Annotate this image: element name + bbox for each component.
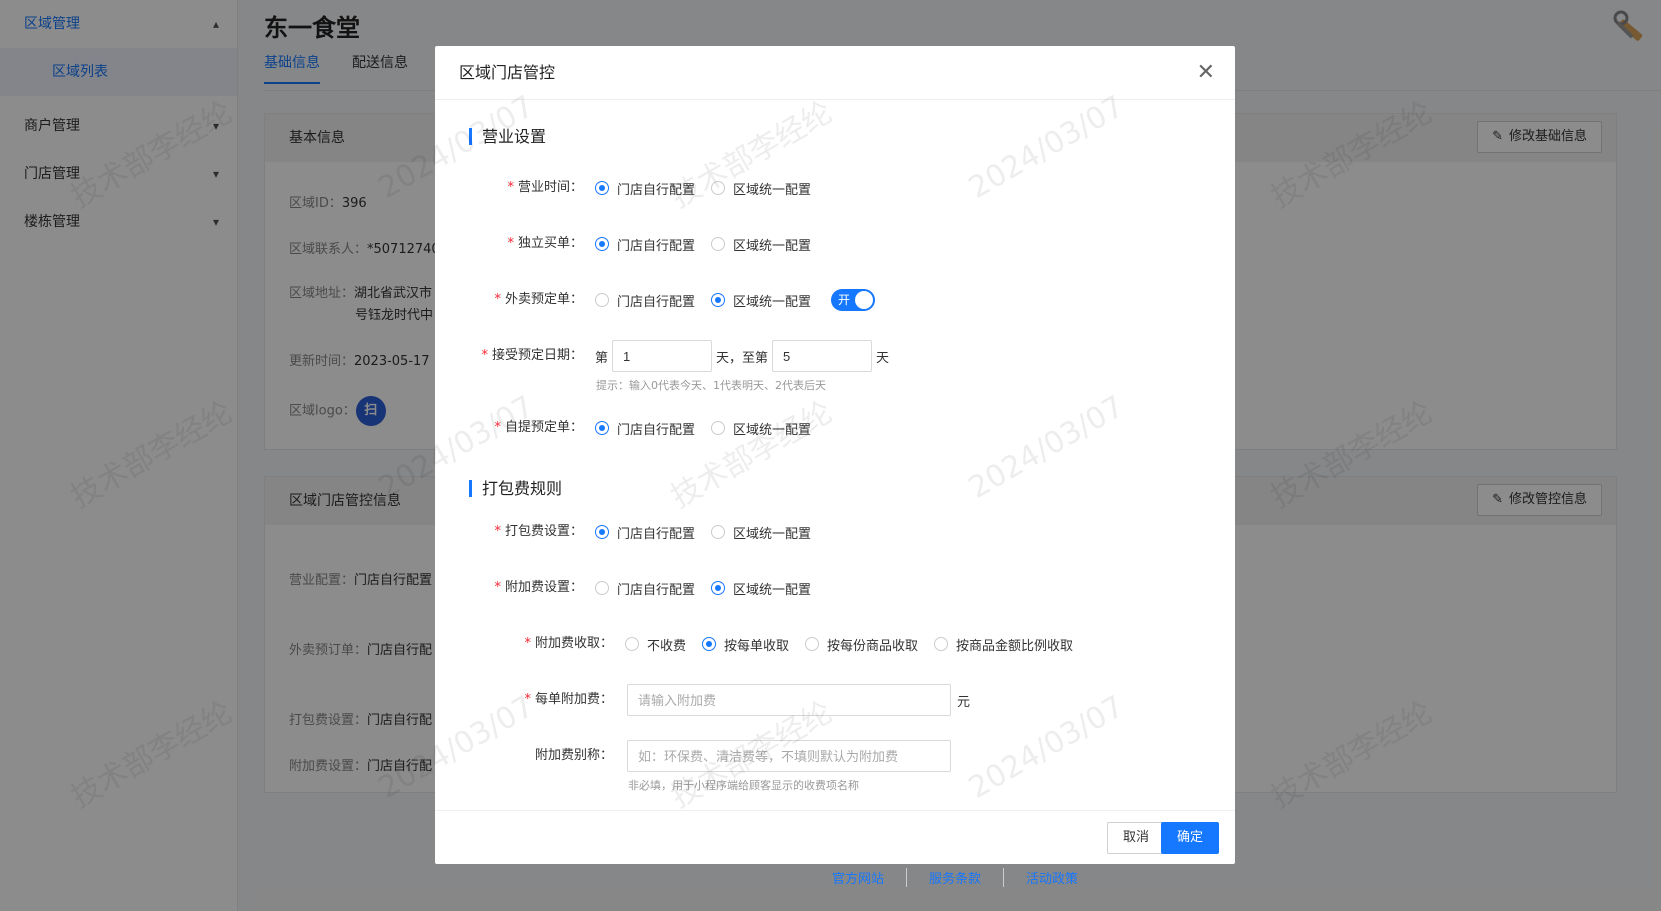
fee-alias-hint: 非必填，用于小程序端给顾客显示的收费项名称 xyxy=(628,779,859,792)
dialog-header: 区域门店管控 ✕ xyxy=(435,46,1235,100)
radio-group-surcharge: 门店自行配置 区域统一配置 xyxy=(595,572,827,604)
fee-alias-control xyxy=(627,740,951,772)
field-label: * 营业时间： xyxy=(507,180,583,195)
per-order-fee-input[interactable] xyxy=(627,684,951,716)
footer-link-official[interactable]: 官方网站 xyxy=(810,868,908,887)
radio-per-order[interactable]: 按每单收取 xyxy=(702,635,789,654)
row-pickup-preorder: * 自提预定单： 门店自行配置 区域统一配置 xyxy=(435,412,1235,444)
field-label: 附加费别称： xyxy=(534,748,613,763)
field-label: * 接受预定日期： xyxy=(481,348,583,363)
row-preorder-date: *接受预定日期： 第 天，至第 天 xyxy=(435,340,1235,372)
field-label: * 自提预定单： xyxy=(494,420,583,435)
fee-unit: 元 xyxy=(957,694,971,710)
field-label: * 独立买单： xyxy=(507,236,583,251)
region-store-control-dialog: 区域门店管控 ✕ 营业设置 * 营业时间： 门店自行配置 区域统一配置 * 独立买单… xyxy=(435,46,1235,864)
radio-region-config[interactable]: 区域统一配置 xyxy=(711,235,811,254)
field-label: * 打包费设置： xyxy=(494,524,583,539)
dialog-title: 区域门店管控 xyxy=(459,63,556,82)
row-packing-fee: * 打包费设置： 门店自行配置 区域统一配置 xyxy=(435,516,1235,548)
radio-region-config[interactable]: 区域统一配置 xyxy=(711,579,811,598)
date-suffix: 天 xyxy=(876,350,890,366)
section-packing-fee-rules: 打包费规则 xyxy=(469,480,562,497)
radio-store-config[interactable]: 门店自行配置 xyxy=(595,523,695,542)
radio-region-config[interactable]: 区域统一配置 xyxy=(711,419,811,438)
radio-group-surcharge-mode: 不收费 按每单收取 按每份商品收取 按商品金额比例收取 xyxy=(625,628,1089,660)
row-delivery-preorder: * 外卖预定单： 门店自行配置 区域统一配置 开 xyxy=(435,284,1235,316)
radio-by-amount-ratio[interactable]: 按商品金额比例收取 xyxy=(934,635,1073,654)
radio-group-packing-fee: 门店自行配置 区域统一配置 xyxy=(595,516,827,548)
confirm-button[interactable]: 确定 xyxy=(1160,822,1219,854)
radio-group-business-hours: 门店自行配置 区域统一配置 xyxy=(595,172,827,204)
preorder-date-hint: 提示：输入0代表今天、1代表明天、2代表后天 xyxy=(596,379,826,392)
radio-region-config[interactable]: 区域统一配置 xyxy=(711,291,811,310)
row-independent-order: * 独立买单： 门店自行配置 区域统一配置 xyxy=(435,228,1235,260)
cancel-button[interactable]: 取消 xyxy=(1106,822,1165,854)
row-surcharge: * 附加费设置： 门店自行配置 区域统一配置 xyxy=(435,572,1235,604)
radio-store-config[interactable]: 门店自行配置 xyxy=(595,235,695,254)
delivery-preorder-toggle[interactable]: 开 xyxy=(831,289,876,311)
field-label: * 附加费收取： xyxy=(524,636,613,651)
radio-store-config[interactable]: 门店自行配置 xyxy=(595,419,695,438)
radio-group-pickup-preorder: 门店自行配置 区域统一配置 xyxy=(595,412,827,444)
row-per-order-fee: *每单附加费： 元 xyxy=(435,684,1235,716)
per-order-fee-control: 元 xyxy=(627,684,970,716)
radio-store-config[interactable]: 门店自行配置 xyxy=(595,179,695,198)
radio-store-config[interactable]: 门店自行配置 xyxy=(595,291,695,310)
row-surcharge-mode: * 附加费收取： 不收费 按每单收取 按每份商品收取 按商品金额比例收取 xyxy=(435,628,1235,660)
radio-no-fee[interactable]: 不收费 xyxy=(625,635,686,654)
field-label: * 每单附加费： xyxy=(524,692,613,707)
footer-links: 官方网站 服务条款 活动政策 xyxy=(810,868,1100,887)
row-business-hours: * 营业时间： 门店自行配置 区域统一配置 xyxy=(435,172,1235,204)
preorder-start-day-input[interactable] xyxy=(612,340,713,372)
radio-per-item[interactable]: 按每份商品收取 xyxy=(805,635,918,654)
radio-region-config[interactable]: 区域统一配置 xyxy=(711,523,811,542)
date-prefix: 第 xyxy=(595,350,609,366)
dialog-body: 营业设置 * 营业时间： 门店自行配置 区域统一配置 * 独立买单： 门店自行配置 … xyxy=(435,100,1235,810)
dialog-footer: 取消 确定 xyxy=(435,810,1235,864)
preorder-end-day-input[interactable] xyxy=(772,340,873,372)
field-label: * 外卖预定单： xyxy=(494,292,583,307)
date-mid: 天，至第 xyxy=(716,350,769,366)
footer-link-terms[interactable]: 服务条款 xyxy=(907,868,1005,887)
radio-store-config[interactable]: 门店自行配置 xyxy=(595,579,695,598)
radio-group-delivery-preorder: 门店自行配置 区域统一配置 开 xyxy=(595,284,876,316)
field-label: * 附加费设置： xyxy=(494,580,583,595)
radio-region-config[interactable]: 区域统一配置 xyxy=(711,179,811,198)
row-fee-alias: 附加费别称： xyxy=(435,740,1235,772)
preorder-date-range: 第 天，至第 天 xyxy=(595,340,889,372)
radio-group-independent-order: 门店自行配置 区域统一配置 xyxy=(595,228,827,260)
section-business-settings: 营业设置 xyxy=(469,128,546,145)
footer-link-policy[interactable]: 活动政策 xyxy=(1004,868,1100,887)
close-icon[interactable]: ✕ xyxy=(1197,46,1215,100)
fee-alias-input[interactable] xyxy=(627,740,951,772)
